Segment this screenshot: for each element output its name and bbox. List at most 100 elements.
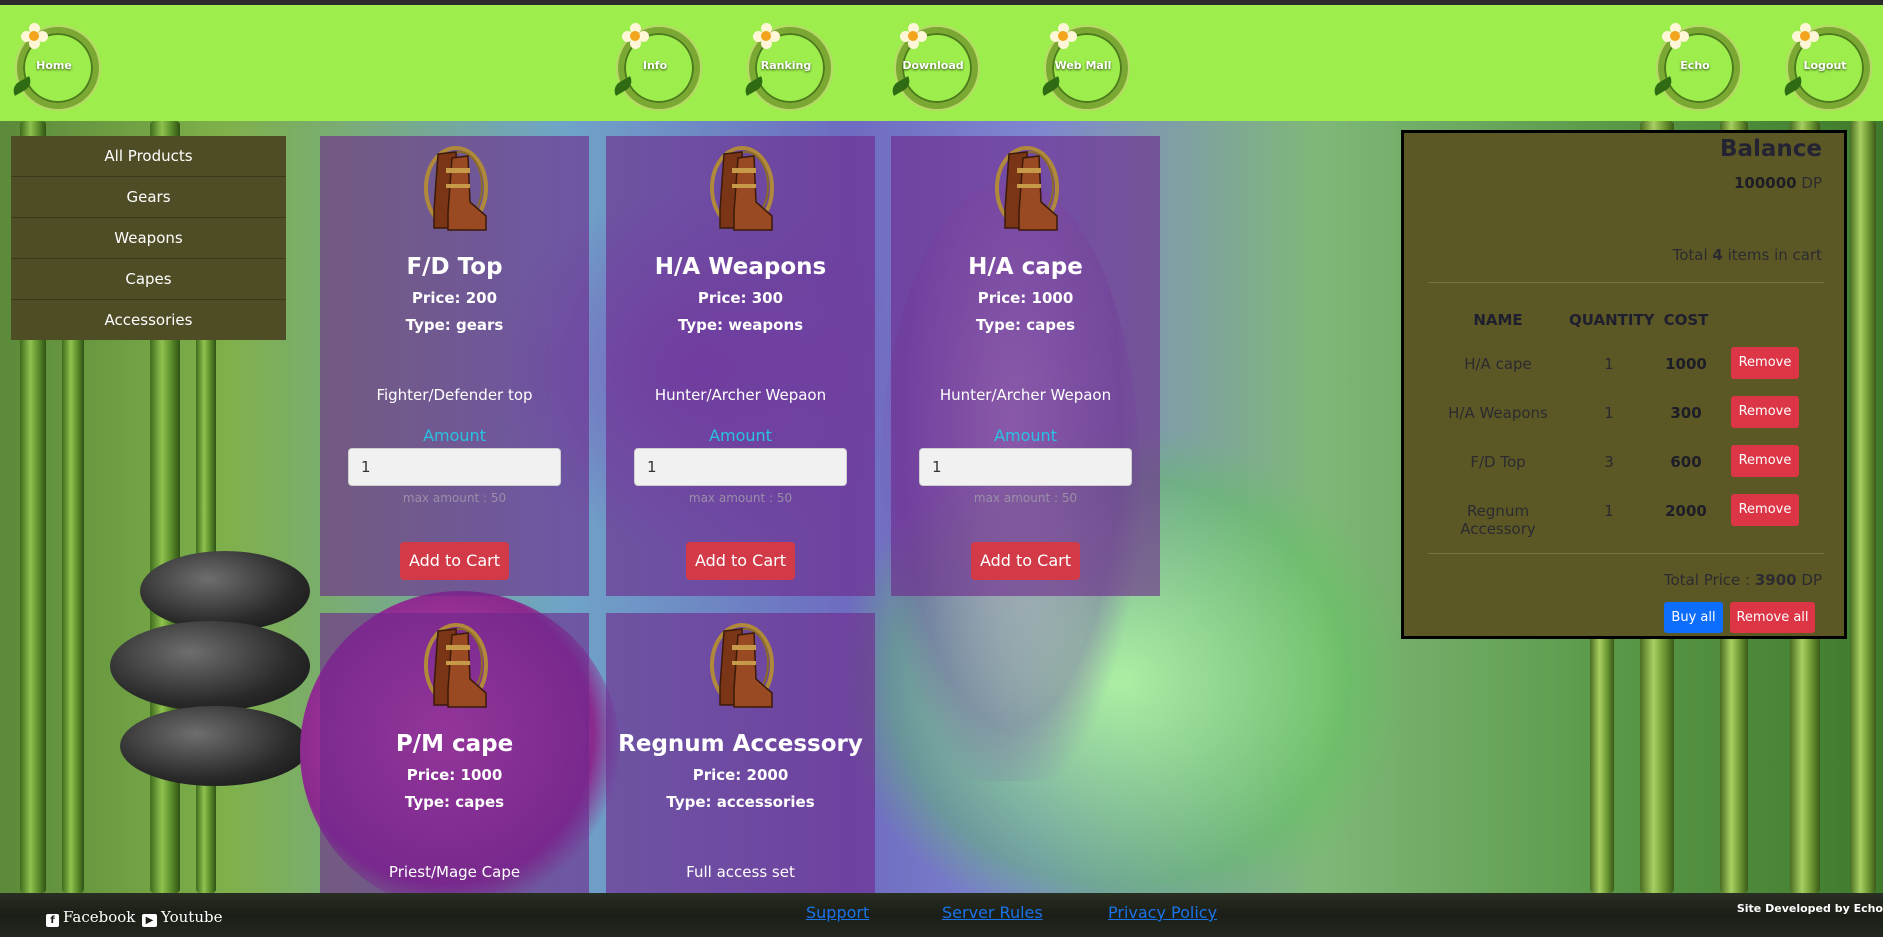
nav-info-label: Info [642, 59, 668, 72]
column-header-cost: COST [1663, 311, 1709, 329]
product-name: H/A Weapons [654, 254, 827, 280]
cart-row: Regnum Accessory 1 2000 Remove [1404, 494, 1844, 538]
flower-icon [900, 23, 927, 49]
amount-label: Amount [994, 426, 1057, 445]
amount-input[interactable]: 1 [348, 448, 561, 486]
cart-item-cost: 1000 [1665, 355, 1707, 373]
divider [1428, 282, 1824, 283]
site-credit: Site Developed by Echo [1736, 902, 1883, 915]
stone [120, 706, 310, 786]
remove-item-button[interactable]: Remove [1731, 445, 1799, 477]
product-card: H/A Weapons Price: 300 Type: weapons Hun… [606, 136, 875, 596]
product-price: Price: 2000 [692, 766, 789, 784]
cart-row: F/D Top 3 600 Remove [1404, 445, 1844, 479]
youtube-icon: ▶ [142, 914, 157, 927]
flower-icon [753, 23, 780, 49]
cart-count-prefix: Total [1672, 246, 1713, 264]
total-price-unit: DP [1796, 571, 1822, 589]
nav-home-label: Home [36, 59, 72, 72]
youtube-link[interactable]: ▶ Youtube [142, 908, 222, 927]
cart-item-count: Total 4 items in cart [1673, 246, 1822, 264]
boots-icon [710, 146, 774, 232]
product-description: Full access set [686, 863, 795, 881]
flower-icon [21, 23, 48, 49]
cart-item-quantity: 1 [1604, 404, 1614, 422]
divider [1428, 553, 1824, 554]
category-all-products[interactable]: All Products [11, 136, 286, 176]
nav-web-mall[interactable]: Web Mall [1038, 19, 1128, 109]
product-card: P/M cape Price: 1000 Type: capes Priest/… [320, 613, 589, 893]
add-to-cart-button[interactable]: Add to Cart [971, 542, 1080, 580]
product-type: Type: accessories [666, 793, 815, 811]
cart-row: H/A cape 1 1000 Remove [1404, 347, 1844, 381]
cart-item-cost: 2000 [1665, 502, 1707, 520]
stone [140, 551, 310, 631]
remove-all-button[interactable]: Remove all [1730, 602, 1815, 633]
balance-amount: 100000 [1734, 174, 1797, 192]
flower-icon [1792, 23, 1819, 49]
nav-download-label: Download [902, 59, 964, 72]
category-accessories[interactable]: Accessories [11, 299, 286, 340]
nav-info[interactable]: Info [610, 19, 700, 109]
flower-icon [622, 23, 649, 49]
product-type: Type: gears [405, 316, 504, 334]
category-capes[interactable]: Capes [11, 258, 286, 299]
balance-unit: DP [1796, 174, 1822, 192]
cart-panel: Balance 100000 DP Total 4 items in cart … [1401, 130, 1847, 639]
nav-user-label: Echo [1680, 59, 1710, 72]
amount-label: Amount [709, 426, 772, 445]
product-price: Price: 1000 [406, 766, 503, 784]
product-price: Price: 200 [411, 289, 498, 307]
product-name: P/M cape [395, 731, 514, 757]
total-price-prefix: Total Price : [1663, 571, 1755, 589]
facebook-link[interactable]: f Facebook [46, 908, 135, 927]
cart-row: H/A Weapons 1 300 Remove [1404, 396, 1844, 430]
cart-count-suffix: items in cart [1722, 246, 1822, 264]
boots-icon [424, 623, 488, 709]
category-sidebar: All Products Gears Weapons Capes Accesso… [11, 136, 286, 340]
add-to-cart-button[interactable]: Add to Cart [400, 542, 509, 580]
max-amount-hint: max amount : 50 [973, 491, 1078, 505]
add-to-cart-button[interactable]: Add to Cart [686, 542, 795, 580]
category-gears[interactable]: Gears [11, 176, 286, 217]
flower-icon [1662, 23, 1689, 49]
product-type: Type: weapons [677, 316, 804, 334]
product-type: Type: capes [404, 793, 505, 811]
navbar: Home Info Ranking Download Web Mall Echo… [0, 5, 1883, 121]
product-description: Fighter/Defender top [376, 386, 533, 404]
balance-title: Balance [1719, 136, 1822, 162]
nav-ranking-label: Ranking [760, 59, 812, 72]
product-name: Regnum Accessory [618, 731, 863, 757]
category-weapons[interactable]: Weapons [11, 217, 286, 258]
total-price-amount: 3900 [1754, 571, 1797, 589]
privacy-policy-link[interactable]: Privacy Policy [1108, 903, 1217, 922]
product-type: Type: capes [975, 316, 1076, 334]
amount-input[interactable]: 1 [634, 448, 847, 486]
cart-item-name: F/D Top [1470, 453, 1526, 471]
nav-web-mall-label: Web Mall [1054, 59, 1112, 72]
nav-ranking[interactable]: Ranking [741, 19, 831, 109]
boots-icon [710, 623, 774, 709]
remove-item-button[interactable]: Remove [1731, 396, 1799, 428]
support-link[interactable]: Support [806, 903, 869, 922]
buy-all-button[interactable]: Buy all [1664, 602, 1723, 633]
server-rules-link[interactable]: Server Rules [942, 903, 1043, 922]
flower-icon [1050, 23, 1077, 49]
product-card: H/A cape Price: 1000 Type: capes Hunter/… [891, 136, 1160, 596]
cart-count-number: 4 [1712, 246, 1723, 264]
cart-item-quantity: 1 [1604, 502, 1614, 520]
amount-input[interactable]: 1 [919, 448, 1132, 486]
nav-logout[interactable]: Logout [1780, 19, 1870, 109]
product-price: Price: 1000 [977, 289, 1074, 307]
nav-download[interactable]: Download [888, 19, 978, 109]
nav-home[interactable]: Home [9, 19, 99, 109]
remove-item-button[interactable]: Remove [1731, 347, 1799, 379]
remove-item-button[interactable]: Remove [1731, 494, 1799, 526]
product-price: Price: 300 [697, 289, 784, 307]
product-card: F/D Top Price: 200 Type: gears Fighter/D… [320, 136, 589, 596]
boots-icon [995, 146, 1059, 232]
nav-user[interactable]: Echo [1650, 19, 1740, 109]
cart-item-name: H/A Weapons [1448, 404, 1548, 422]
product-description: Hunter/Archer Wepaon [654, 386, 827, 404]
column-header-name: NAME [1473, 311, 1523, 329]
